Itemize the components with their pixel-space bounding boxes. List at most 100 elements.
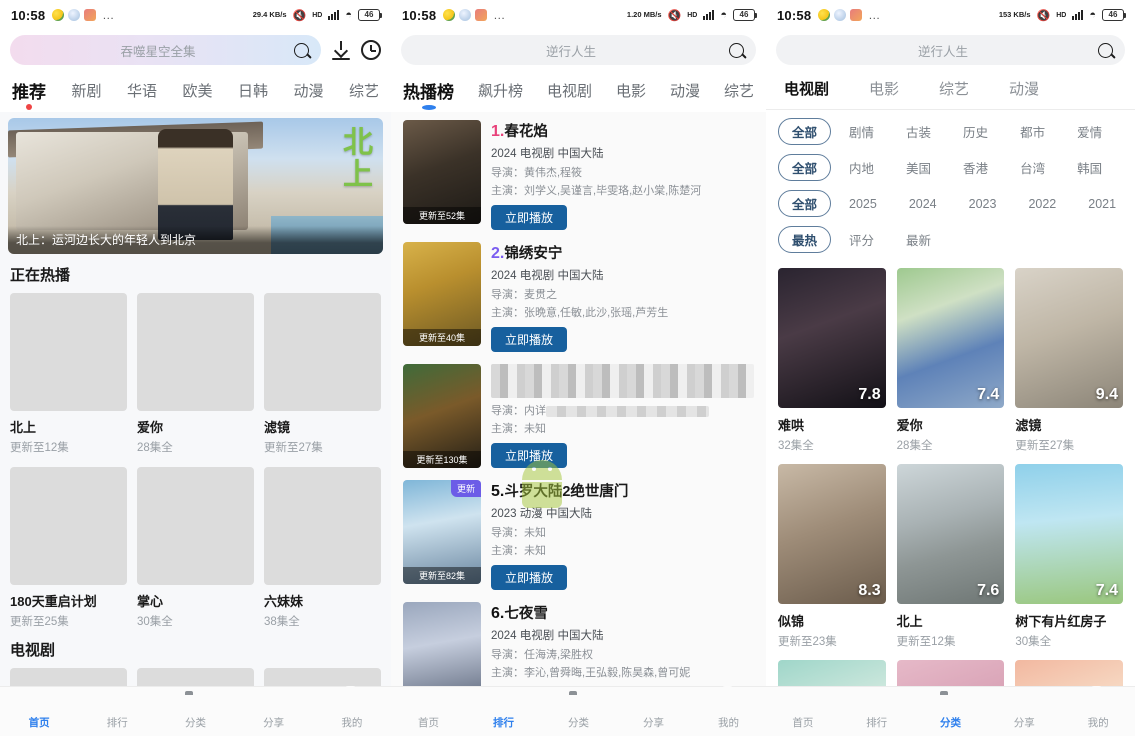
filter-option[interactable]: 评分 <box>849 230 874 249</box>
nav-category[interactable]: 分类 <box>541 694 616 730</box>
filter-option[interactable]: 历史 <box>963 122 988 141</box>
history-icon[interactable] <box>361 40 381 60</box>
nav-profile[interactable]: 我的 <box>1061 694 1135 730</box>
play-button[interactable]: 立即播放 <box>491 327 567 352</box>
banner-person-art <box>158 129 233 241</box>
media-card[interactable]: 六妹妹 38集全 <box>264 467 381 629</box>
ranking-item[interactable]: 更新 更新至82集 5.斗罗大陆2绝世唐门 2023 动漫 中国大陆 导演：未知… <box>391 472 766 594</box>
tab-movies[interactable]: 电影 <box>616 76 646 110</box>
nav-rank[interactable]: 排行 <box>78 694 156 730</box>
media-card[interactable] <box>778 660 886 687</box>
search-input[interactable]: 逆行人生 <box>776 35 1125 65</box>
filter-option[interactable]: 爱情 <box>1077 122 1102 141</box>
director-label: 导演： <box>491 289 524 301</box>
tab-rising-ranking[interactable]: 飙升榜 <box>478 76 523 110</box>
media-card[interactable] <box>1015 660 1123 687</box>
media-card[interactable]: 滤镜 更新至27集 <box>264 293 381 455</box>
nav-share[interactable]: 分享 <box>616 694 691 730</box>
media-card[interactable]: 7.8 难哄 32集全 <box>778 268 886 453</box>
ranking-item[interactable]: 更新至 6.七夜雪 2024 电视剧 中国大陆 导演：任海涛,梁胜权 主演：李沁… <box>391 594 766 686</box>
nav-share[interactable]: 分享 <box>987 694 1061 730</box>
filter-option[interactable]: 美国 <box>906 158 931 177</box>
tab-western[interactable]: 欧美 <box>182 76 212 110</box>
hero-banner[interactable]: 北上 北上：运河边长大的年轻人到北京 <box>8 118 383 254</box>
filter-option[interactable]: 2025 <box>849 197 877 211</box>
tab-tv-series[interactable]: 电视剧 <box>784 78 829 99</box>
play-button[interactable]: 立即播放 <box>491 205 567 230</box>
tab-variety[interactable]: 综艺 <box>939 78 969 99</box>
tab-movies[interactable]: 电影 <box>869 78 899 99</box>
nav-category[interactable]: 分类 <box>914 694 988 730</box>
tab-jp-kr[interactable]: 日韩 <box>238 76 268 110</box>
nav-category[interactable]: 分类 <box>156 694 234 730</box>
tab-hot-ranking[interactable]: 热播榜 <box>403 74 454 112</box>
media-card[interactable]: 8.3 似锦 更新至23集 <box>778 464 886 649</box>
tab-recommend[interactable]: 推荐 <box>12 74 46 112</box>
search-input[interactable]: 逆行人生 <box>401 35 756 65</box>
media-card[interactable]: 7.4 树下有片红房子 30集全 <box>1015 464 1123 649</box>
filter-option[interactable]: 最新 <box>906 230 931 249</box>
filter-option[interactable]: 内地 <box>849 158 874 177</box>
active-tab-dot <box>26 104 32 110</box>
search-icon[interactable] <box>729 43 744 58</box>
media-card[interactable]: 掌心 30集全 <box>137 467 254 629</box>
filter-chip-selected[interactable]: 最热 <box>778 226 831 253</box>
filter-chip-selected[interactable]: 全部 <box>778 190 831 217</box>
search-icon[interactable] <box>294 43 309 58</box>
tab-anime[interactable]: 动漫 <box>670 76 700 110</box>
signal-icon <box>703 10 714 20</box>
nav-home[interactable]: 首页 <box>766 694 840 730</box>
search-input[interactable]: 吞噬星空全集 <box>10 35 321 65</box>
nav-profile[interactable]: 我的 <box>691 694 766 730</box>
nav-home[interactable]: 首页 <box>0 694 78 730</box>
nav-share[interactable]: 分享 <box>235 694 313 730</box>
filter-option[interactable]: 都市 <box>1020 122 1045 141</box>
play-button[interactable]: 立即播放 <box>491 565 567 590</box>
media-card[interactable] <box>897 660 1005 687</box>
cloud-notification-icon <box>459 9 471 21</box>
rating-score: 8.3 <box>858 582 880 600</box>
tab-tv-series[interactable]: 电视剧 <box>547 76 592 110</box>
media-card[interactable]: 7.6 北上 更新至12集 <box>897 464 1005 649</box>
filter-option[interactable]: 台湾 <box>1020 158 1045 177</box>
item-cast: 主演：张晩意,任敏,此沙,张瑶,芦芳生 <box>491 304 754 320</box>
media-card[interactable]: 7.4 爱你 28集全 <box>897 268 1005 453</box>
filter-option[interactable]: 香港 <box>963 158 988 177</box>
filter-option[interactable]: 韩国 <box>1077 158 1102 177</box>
filter-option[interactable]: 2022 <box>1028 197 1056 211</box>
nav-rank[interactable]: 排行 <box>466 694 541 730</box>
filter-option[interactable]: 2024 <box>909 197 937 211</box>
folder-icon <box>940 694 960 712</box>
filter-option[interactable]: 古装 <box>906 122 931 141</box>
more-notifications-icon: … <box>102 8 115 22</box>
media-card[interactable]: 9.4 滤镜 更新至27集 <box>1015 268 1123 453</box>
tab-chinese[interactable]: 华语 <box>127 76 157 110</box>
media-card[interactable]: 北上 更新至12集 <box>10 293 127 455</box>
ranking-item[interactable]: 更新至40集 2.锦绣安宁 2024 电视剧 中国大陆 导演：麦贯之 主演：张晩… <box>391 234 766 356</box>
search-icon[interactable] <box>1098 43 1113 58</box>
filter-option[interactable]: 2023 <box>969 197 997 211</box>
nav-home[interactable]: 首页 <box>391 694 466 730</box>
tab-variety[interactable]: 综艺 <box>349 76 379 110</box>
nav-label: 首页 <box>418 715 439 730</box>
tab-anime[interactable]: 动漫 <box>1009 78 1039 99</box>
nav-profile[interactable]: 我的 <box>313 694 391 730</box>
tab-new-drama[interactable]: 新剧 <box>71 76 101 110</box>
filter-option[interactable]: 剧情 <box>849 122 874 141</box>
ranking-item-censored[interactable]: 更新至130集 导演：内详 主演：未知 立即播放 <box>391 356 766 472</box>
filter-chip-selected[interactable]: 全部 <box>778 154 831 181</box>
section-title: 电视剧 <box>10 639 381 660</box>
media-card[interactable]: 爱你 28集全 <box>137 293 254 455</box>
banner-caption: 北上：运河边长大的年轻人到北京 <box>8 226 383 254</box>
card-title: 北上 <box>897 611 1005 630</box>
card-title: 滤镜 <box>264 417 381 436</box>
download-icon[interactable] <box>331 40 351 60</box>
ranking-item[interactable]: 更新至52集 1.春花焰 2024 电视剧 中国大陆 导演：黄伟杰,程筱 主演：… <box>391 112 766 234</box>
tab-variety[interactable]: 综艺 <box>724 76 754 110</box>
nav-rank[interactable]: 排行 <box>840 694 914 730</box>
battery-indicator: 46 <box>733 9 755 21</box>
media-card[interactable]: 180天重启计划 更新至25集 <box>10 467 127 629</box>
filter-option[interactable]: 2021 <box>1088 197 1116 211</box>
tab-anime[interactable]: 动漫 <box>293 76 323 110</box>
filter-chip-selected[interactable]: 全部 <box>778 118 831 145</box>
